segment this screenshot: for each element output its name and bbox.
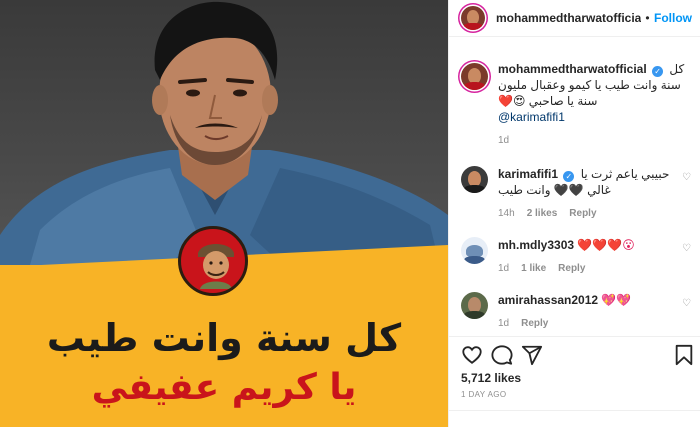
reply-button[interactable]: Reply: [521, 318, 548, 329]
add-comment-bar[interactable]: [449, 410, 700, 427]
comment-row: mh.mdly3303 ❤️❤️❤️😮 1d 1 like Reply ♡: [449, 219, 700, 274]
comment-row: amirahassan2012 💖💖 1d Reply ♡: [449, 274, 700, 329]
comment-like-heart-icon[interactable]: ♡: [682, 237, 691, 274]
comments-section[interactable]: mohammedtharwatofficial ✓ كل سنة وانت طي…: [449, 37, 700, 337]
comment-avatar[interactable]: [461, 166, 488, 193]
comment-meta: 1d 1 like Reply: [498, 263, 676, 274]
reply-button[interactable]: Reply: [569, 208, 596, 219]
author-username[interactable]: mohammedtharwatofficia: [496, 11, 641, 25]
caption-avatar[interactable]: [461, 63, 488, 90]
follow-button[interactable]: Follow: [654, 11, 692, 25]
separator-dot: •: [645, 11, 650, 25]
verified-badge-icon: ✓: [652, 66, 664, 77]
caption-age[interactable]: 1d: [498, 135, 509, 146]
comment-likes[interactable]: 1 like: [521, 263, 546, 274]
comment-text: amirahassan2012 💖💖: [498, 292, 676, 308]
caption-row: mohammedtharwatofficial ✓ كل سنة وانت طي…: [449, 37, 700, 146]
character-illustration: [198, 244, 234, 289]
image-subheadline: يا كريم عفيفي: [91, 367, 357, 408]
caption-meta: 1d: [498, 135, 691, 146]
comment-text: mh.mdly3303 ❤️❤️❤️😮: [498, 237, 676, 253]
post-sidebar: mohammedtharwatofficia • Follow mohammed…: [448, 0, 700, 427]
comment-age[interactable]: 1d: [498, 263, 509, 274]
comment-message: 💖💖: [601, 293, 632, 307]
image-headline: كل سنة وانت طيب: [46, 316, 402, 360]
post-timestamp[interactable]: 1 DAY AGO: [461, 390, 507, 399]
comment-meta: 1d Reply: [498, 318, 676, 329]
comment-like-heart-icon[interactable]: ♡: [682, 292, 691, 329]
comment-text: karimafifi1 ✓ حبيبي ياعم ثرت يا غالي 🖤🖤 …: [498, 166, 676, 198]
comment-username[interactable]: mh.mdly3303: [498, 238, 574, 252]
comment-avatar[interactable]: [461, 292, 488, 319]
heart-outline-icon[interactable]: [461, 344, 483, 366]
comment-message: ❤️❤️❤️😮: [577, 238, 635, 252]
comment-row: karimafifi1 ✓ حبيبي ياعم ثرت يا غالي 🖤🖤 …: [449, 146, 700, 219]
verified-badge-icon: ✓: [563, 171, 575, 182]
like-count[interactable]: 5,712 likes: [461, 371, 521, 385]
comment-avatar[interactable]: [461, 237, 488, 264]
caption-mention[interactable]: @karimafifi1: [498, 110, 565, 124]
actions-divider: [449, 336, 700, 337]
character-badge: [178, 226, 248, 296]
post-actions: [461, 344, 693, 368]
reply-button[interactable]: Reply: [558, 263, 585, 274]
comment-age[interactable]: 14h: [498, 208, 515, 219]
comment-likes[interactable]: 2 likes: [527, 208, 558, 219]
post-header: mohammedtharwatofficia • Follow: [449, 0, 700, 37]
comment-like-heart-icon[interactable]: ♡: [682, 166, 691, 219]
author-avatar[interactable]: [461, 6, 485, 30]
comment-username[interactable]: amirahassan2012: [498, 293, 598, 307]
bookmark-icon[interactable]: [673, 344, 695, 366]
speech-bubble-icon[interactable]: [491, 344, 513, 366]
caption-text: mohammedtharwatofficial ✓ كل سنة وانت طي…: [498, 61, 691, 125]
post-image[interactable]: كل سنة وانت طيب يا كريم عفيفي: [0, 0, 448, 427]
comment-username[interactable]: karimafifi1: [498, 167, 558, 181]
comment-age[interactable]: 1d: [498, 318, 509, 329]
comment-meta: 14h 2 likes Reply: [498, 208, 676, 219]
paper-plane-icon[interactable]: [521, 344, 543, 366]
caption-username[interactable]: mohammedtharwatofficial: [498, 62, 647, 76]
